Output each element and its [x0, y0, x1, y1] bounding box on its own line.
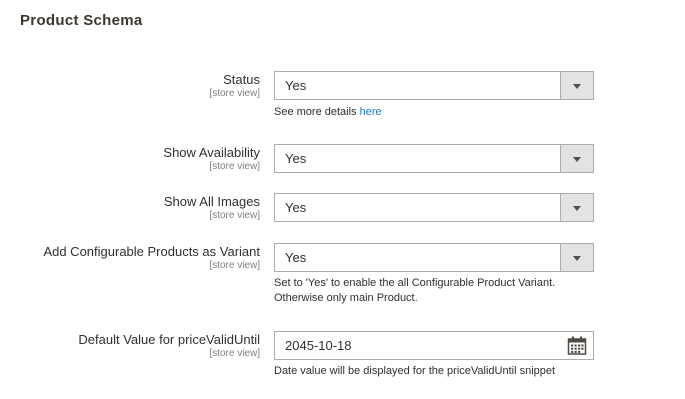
- add-configurable-label: Add Configurable Products as Variant: [43, 244, 260, 259]
- price-valid-until-scope: [store view]: [209, 348, 260, 359]
- price-valid-until-label: Default Value for priceValidUntil: [78, 332, 260, 347]
- chevron-down-icon: [573, 83, 581, 89]
- add-configurable-note-line2: Otherwise only main Product.: [274, 292, 418, 304]
- add-configurable-select[interactable]: Yes: [274, 243, 594, 272]
- show-all-images-select[interactable]: Yes: [274, 193, 594, 222]
- show-availability-scope: [store view]: [209, 161, 260, 172]
- show-all-images-label: Show All Images: [163, 194, 260, 209]
- add-configurable-note: Set to 'Yes' to enable the all Configura…: [274, 276, 594, 306]
- add-configurable-select-value: Yes: [285, 250, 307, 265]
- show-all-images-select-button[interactable]: [560, 194, 593, 221]
- price-valid-until-input[interactable]: 2045-10-18: [274, 331, 594, 360]
- price-valid-until-note: Date value will be displayed for the pri…: [274, 365, 556, 377]
- section-title[interactable]: Product Schema: [20, 12, 143, 29]
- status-label: Status: [223, 72, 260, 87]
- add-configurable-select-button[interactable]: [560, 244, 593, 271]
- chevron-down-icon: [573, 156, 581, 162]
- show-all-images-scope: [store view]: [209, 210, 260, 221]
- chevron-down-icon: [573, 205, 581, 211]
- status-details-link[interactable]: here: [360, 106, 382, 118]
- price-valid-until-value: 2045-10-18: [285, 338, 352, 353]
- status-select-button[interactable]: [560, 72, 593, 99]
- status-note-text: See more details: [274, 106, 360, 118]
- show-availability-select-value: Yes: [285, 151, 307, 166]
- show-availability-select-button[interactable]: [560, 145, 593, 172]
- show-availability-select[interactable]: Yes: [274, 144, 594, 173]
- add-configurable-scope: [store view]: [209, 260, 260, 271]
- add-configurable-note-line1: Set to 'Yes' to enable the all Configura…: [274, 277, 556, 289]
- calendar-icon[interactable]: [567, 336, 587, 355]
- chevron-down-icon: [573, 255, 581, 261]
- status-select[interactable]: Yes: [274, 71, 594, 100]
- status-select-value: Yes: [285, 78, 307, 93]
- status-note: See more details here: [274, 105, 594, 120]
- show-all-images-select-value: Yes: [285, 200, 307, 215]
- show-availability-label: Show Availability: [163, 145, 260, 160]
- status-scope: [store view]: [209, 88, 260, 99]
